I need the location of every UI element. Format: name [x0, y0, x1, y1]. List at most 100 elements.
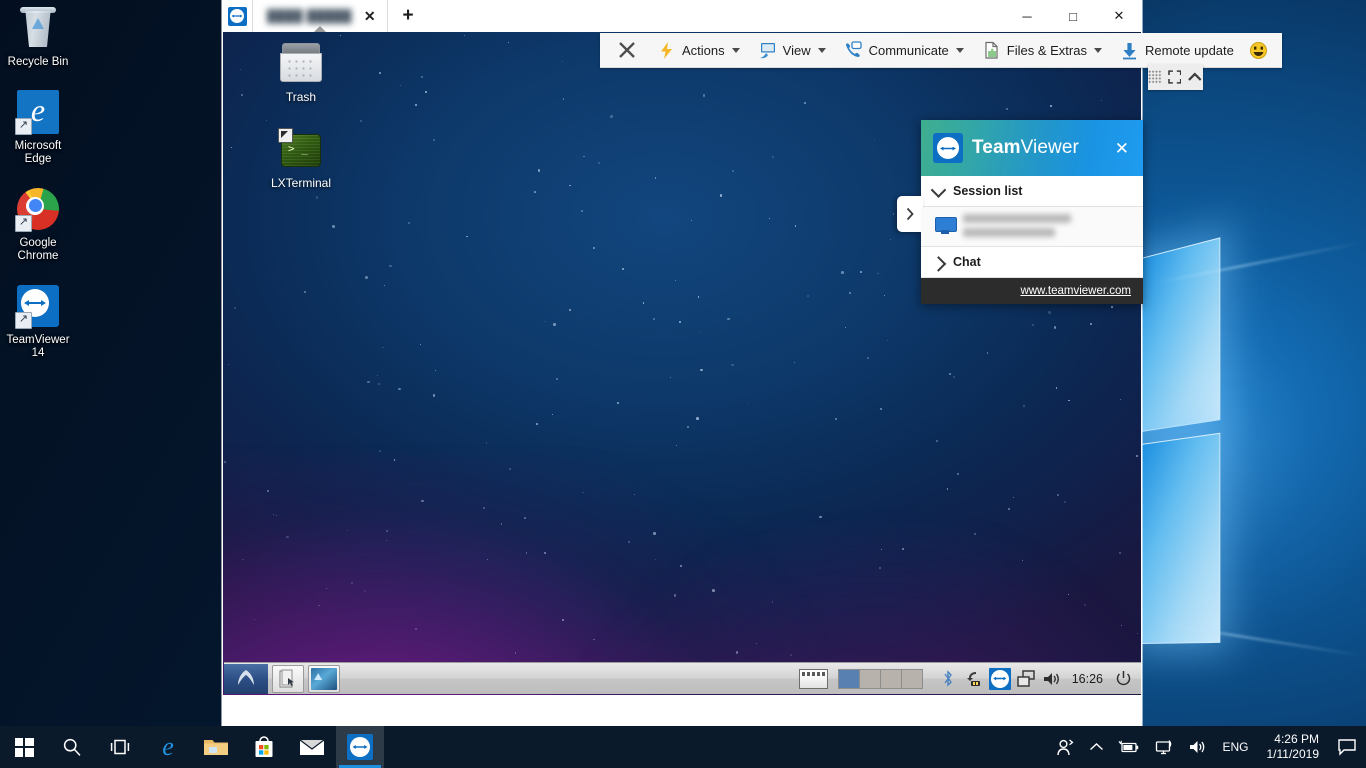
- desktop-icon-microsoft-edge[interactable]: e ↗ Microsoft Edge: [0, 88, 76, 167]
- window-list-icon[interactable]: [798, 668, 828, 689]
- search-icon: [63, 738, 81, 756]
- action-center-button[interactable]: [1330, 726, 1364, 768]
- volume-icon[interactable]: [1181, 726, 1215, 768]
- session-tab[interactable]: ████ █████ ✕: [253, 0, 388, 33]
- desktop-icon-google-chrome[interactable]: ↗ Google Chrome: [0, 185, 76, 264]
- toolbar-actions-button[interactable]: Actions: [650, 36, 747, 64]
- battery-icon[interactable]: [1111, 726, 1147, 768]
- workspace-switcher[interactable]: [837, 668, 923, 689]
- clock-time: 4:26 PM: [1274, 732, 1319, 746]
- keyboard-grid-icon[interactable]: [1148, 70, 1162, 84]
- remote-launcher-button[interactable]: [224, 663, 268, 694]
- toolbar-files-extras-button[interactable]: Files & Extras: [975, 36, 1109, 64]
- task-view-button[interactable]: [96, 726, 144, 768]
- task-view-icon: [110, 739, 130, 755]
- remote-taskbar-item-minimized-window[interactable]: ⛰: [308, 664, 340, 693]
- panel-close-button[interactable]: ✕: [1109, 136, 1135, 161]
- panel-session-entry[interactable]: [921, 207, 1143, 247]
- session-mini-toolbar: [1148, 64, 1203, 90]
- remote-desktop-icon-list: Trash > _ LXTerminal: [251, 40, 351, 212]
- panel-section-label: Session list: [953, 184, 1023, 198]
- teamviewer-tray-icon[interactable]: [987, 667, 1013, 690]
- phone-chat-icon: [844, 40, 863, 60]
- window-switch-icon[interactable]: [1013, 668, 1039, 690]
- lxterminal-icon: > _: [278, 126, 324, 172]
- desktop-icon-label: Recycle Bin: [7, 56, 69, 68]
- usb-eject-icon[interactable]: [961, 668, 987, 690]
- taskbar-item-teamviewer[interactable]: [336, 726, 384, 768]
- panel-section-chat[interactable]: Chat: [921, 247, 1143, 278]
- chevron-right-icon: [906, 207, 914, 221]
- language-indicator[interactable]: ENG: [1215, 726, 1255, 768]
- toolbar-remote-update-button[interactable]: Remote update: [1113, 36, 1241, 64]
- edge-button[interactable]: e: [144, 726, 192, 768]
- workspace-4[interactable]: [901, 669, 922, 688]
- session-tab-close-icon[interactable]: ✕: [364, 9, 376, 23]
- maximize-button[interactable]: □: [1050, 0, 1096, 32]
- close-window-button[interactable]: ✕: [1096, 0, 1142, 32]
- workspace-1[interactable]: [838, 669, 860, 688]
- show-hidden-icons-button[interactable]: [1082, 726, 1111, 768]
- remote-clock[interactable]: 16:26: [1065, 672, 1110, 686]
- brand-bold: Team: [972, 137, 1021, 158]
- volume-icon[interactable]: [1039, 668, 1065, 690]
- desktop-icon-label: Google Chrome: [17, 236, 59, 263]
- panel-footer: www.teamviewer.com: [921, 278, 1143, 304]
- smiley-icon: [1249, 41, 1268, 60]
- panel-section-session-list[interactable]: Session list: [921, 176, 1143, 207]
- file-puzzle-icon: [982, 41, 1001, 60]
- raspberry-menu-icon: [238, 669, 254, 685]
- desktop-icon-label: TeamViewer 14: [6, 333, 70, 360]
- people-icon[interactable]: [1049, 726, 1082, 768]
- new-tab-button[interactable]: +: [388, 0, 428, 32]
- session-entry-line-2: [963, 228, 1055, 237]
- shortcut-arrow-icon: ↗: [15, 311, 32, 329]
- action-center-icon: [1338, 739, 1356, 756]
- minimize-button[interactable]: ─: [1004, 0, 1050, 32]
- teamviewer-website-link[interactable]: www.teamviewer.com: [1020, 285, 1131, 297]
- teamviewer-side-panel: TeamViewer ✕ Session list Chat www.teamv…: [897, 120, 1143, 304]
- microsoft-store-button[interactable]: [240, 726, 288, 768]
- toolbar-item-label: Actions: [682, 42, 725, 58]
- session-tab-title: ████ █████: [267, 9, 352, 23]
- edge-icon: e ↗: [14, 88, 62, 136]
- desktop-icon-label: Microsoft Edge: [14, 139, 62, 166]
- file-manager-icon: [279, 669, 294, 687]
- session-toolbar: Actions View Communicate Files & Extras …: [600, 33, 1282, 68]
- desktop-icon-recycle-bin[interactable]: Recycle Bin: [0, 4, 76, 70]
- windows-logo-icon: [14, 737, 34, 757]
- chevron-up-icon: [1090, 743, 1104, 751]
- taskbar-clock[interactable]: 4:26 PM 1/11/2019: [1256, 726, 1331, 768]
- file-explorer-button[interactable]: [192, 726, 240, 768]
- terminal-badge-icon: [278, 128, 293, 143]
- session-entry-line-1: [963, 214, 1071, 223]
- panel-header: TeamViewer ✕: [921, 120, 1143, 176]
- windows-system-tray: ENG 4:26 PM 1/11/2019: [1049, 726, 1366, 768]
- remote-icon-lxterminal[interactable]: > _ LXTerminal: [251, 126, 351, 190]
- toolbar-view-button[interactable]: View: [751, 36, 833, 64]
- remote-icon-trash[interactable]: Trash: [251, 40, 351, 104]
- toolbar-communicate-button[interactable]: Communicate: [837, 36, 971, 64]
- close-session-button[interactable]: [608, 36, 646, 64]
- panel-collapse-handle[interactable]: [897, 196, 923, 232]
- toolbar-item-label: Communicate: [868, 42, 949, 58]
- workspace-3[interactable]: [880, 669, 902, 688]
- lightning-icon: [657, 41, 676, 60]
- mail-button[interactable]: [288, 726, 336, 768]
- network-monitor-icon[interactable]: [1147, 726, 1181, 768]
- remote-taskbar-item-file-manager[interactable]: [272, 664, 304, 693]
- remote-icon-label: LXTerminal: [270, 176, 332, 190]
- workspace-2[interactable]: [859, 669, 881, 688]
- toolbar-emoji-button[interactable]: [1245, 36, 1272, 64]
- chrome-icon: ↗: [14, 185, 62, 233]
- desktop-icon-teamviewer-14[interactable]: ↗ TeamViewer 14: [0, 282, 76, 361]
- start-button[interactable]: [0, 726, 48, 768]
- folder-icon: [204, 740, 228, 755]
- brand-light: Viewer: [1020, 137, 1079, 158]
- chevron-down-icon: [731, 47, 740, 53]
- bluetooth-icon[interactable]: [935, 668, 961, 690]
- windows-taskbar: e ENG 4:26 PM 1/11/2019: [0, 726, 1366, 768]
- power-icon[interactable]: [1110, 668, 1136, 690]
- search-button[interactable]: [48, 726, 96, 768]
- session-entry-text: [963, 214, 1133, 237]
